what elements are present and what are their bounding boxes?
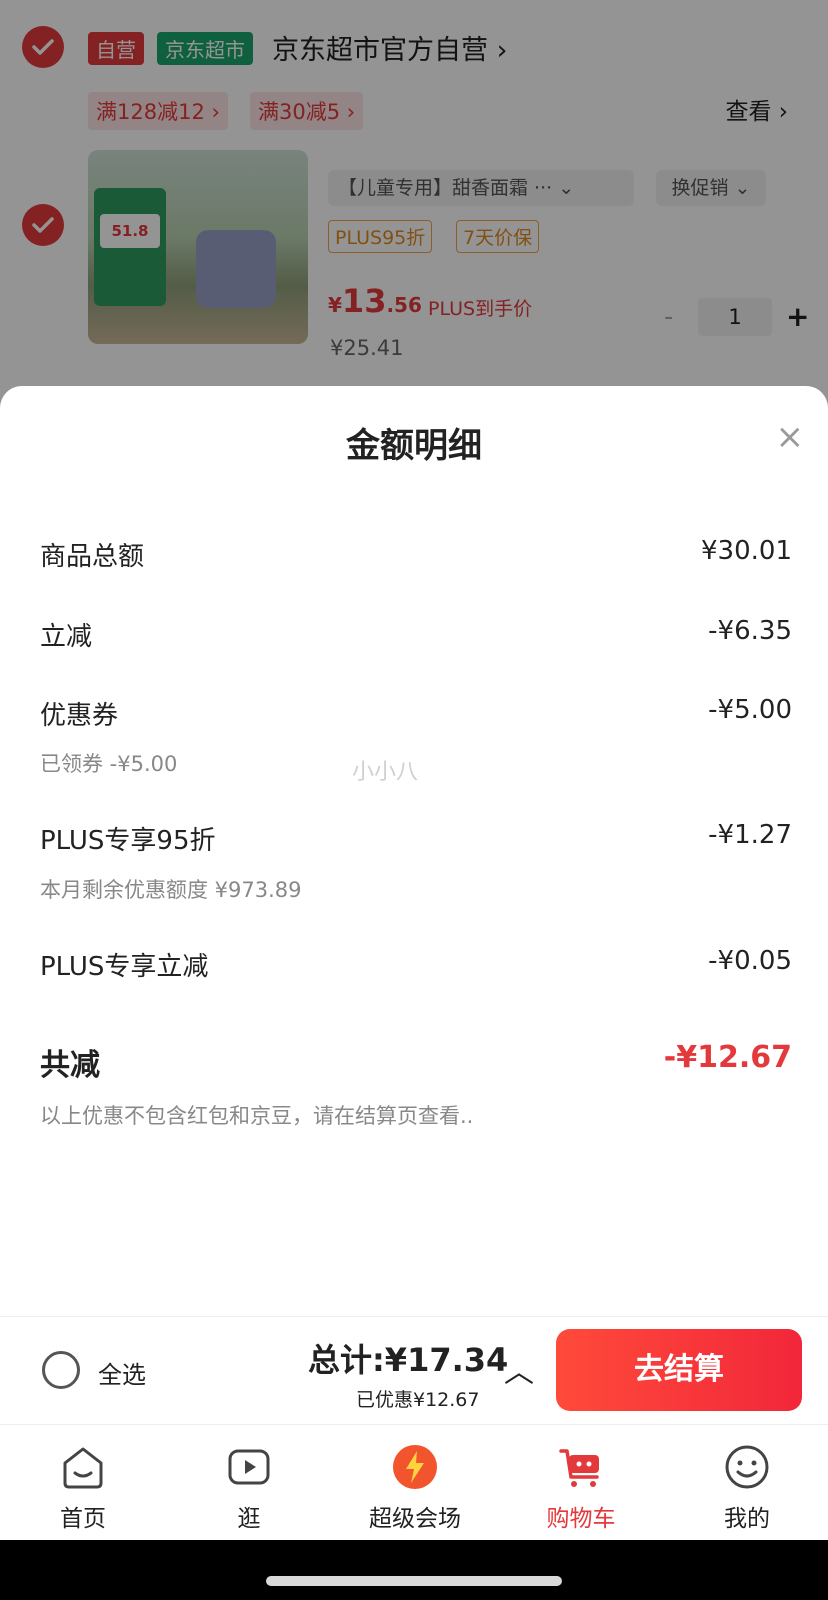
price-integer: 13 <box>341 282 387 320</box>
nav-item-cart[interactable]: 购物车 <box>498 1425 664 1541</box>
nav-item-home[interactable]: 首页 <box>0 1425 166 1541</box>
image-promo-badge: 51.8 <box>94 188 166 306</box>
row-value-instant-discount: -¥6.35 <box>708 616 792 646</box>
nav-label-profile: 我的 <box>724 1506 770 1532</box>
nav-label-cart: 购物车 <box>546 1506 616 1532</box>
promo-tag-2[interactable]: 满30减5 › <box>250 92 364 130</box>
view-link[interactable]: 查看 › <box>725 92 788 126</box>
quantity-input[interactable]: 1 <box>698 298 772 336</box>
row-value-plus-instant: -¥0.05 <box>708 946 792 976</box>
chevron-up-icon[interactable]: ︿ <box>504 1347 534 1391</box>
jd-market-tag: 京东超市 <box>157 32 253 65</box>
plus-discount-tag: PLUS95折 <box>328 220 433 253</box>
product-jar-graphic <box>196 230 276 308</box>
plus-price-note: PLUS到手价 <box>428 298 533 320</box>
quantity-decrease-button[interactable]: - <box>664 302 673 332</box>
checkout-bar: 全选 总计:¥17.34 已优惠¥12.67 ︿ 去结算 <box>0 1316 828 1425</box>
shop-name-link[interactable]: 京东超市官方自营 › <box>272 28 507 67</box>
profile-icon <box>725 1445 769 1489</box>
image-badge-price: 51.8 <box>100 214 160 248</box>
cart-icon <box>559 1449 599 1487</box>
swap-promo-button[interactable]: 换促销 ⌄ <box>656 170 766 206</box>
cart-background: 自营 京东超市 京东超市官方自营 › 满128减12 › 满30减5 › 查看 … <box>0 0 828 420</box>
saved-amount: 已优惠¥12.67 <box>356 1389 480 1411</box>
row-label-coupon: 优惠券 <box>40 701 119 731</box>
variant-selector[interactable]: 【儿童专用】甜香面霜 ··· ⌄ <box>328 170 634 206</box>
nav-item-super-venue[interactable]: 超级会场 <box>332 1425 498 1541</box>
row-sub-coupon: 已领券 -¥5.00 <box>40 752 178 776</box>
nav-item-browse[interactable]: 逛 <box>166 1425 332 1541</box>
home-icon <box>63 1447 103 1489</box>
price-decimal: .56 <box>386 293 422 317</box>
row-value-goods-total: ¥30.01 <box>701 536 792 566</box>
row-label-plus-95: PLUS专享95折 <box>40 826 216 856</box>
select-all-label[interactable]: 全选 <box>98 1355 146 1390</box>
promo-tag-1[interactable]: 满128减12 › <box>88 92 228 130</box>
self-operated-tag: 自营 <box>88 32 144 65</box>
row-label-goods-total: 商品总额 <box>40 542 145 572</box>
nav-item-profile[interactable]: 我的 <box>664 1425 828 1541</box>
row-value-plus-95: -¥1.27 <box>708 820 792 850</box>
product-price: ¥13.56 <box>328 282 422 320</box>
close-icon[interactable]: × <box>776 420 805 454</box>
total-discount-label: 共减 <box>40 1048 100 1083</box>
select-all-radio[interactable] <box>42 1351 80 1389</box>
shop-header: 自营 京东超市 京东超市官方自营 › <box>0 22 828 72</box>
nav-label-super-venue: 超级会场 <box>369 1506 461 1532</box>
check-icon <box>32 217 54 233</box>
sheet-title: 金额明细 <box>346 426 482 466</box>
watermark-text: 小小八 <box>352 760 419 785</box>
price-symbol: ¥ <box>328 293 342 317</box>
price-protect-tag: 7天价保 <box>456 220 540 253</box>
super-venue-icon <box>393 1445 437 1489</box>
home-indicator[interactable] <box>266 1576 562 1586</box>
nav-label-browse: 逛 <box>237 1506 261 1532</box>
video-play-icon <box>228 1449 270 1485</box>
bottom-nav: 首页 逛 超级会场 购物车 我的 <box>0 1424 828 1541</box>
discount-note: 以上优惠不包含红包和京豆，请在结算页查看.. <box>40 1104 474 1128</box>
total-discount-value: -¥12.67 <box>663 1040 792 1075</box>
original-price: ¥25.41 <box>330 336 404 360</box>
row-label-instant-discount: 立减 <box>40 622 93 652</box>
system-home-bar <box>0 1540 828 1600</box>
row-value-coupon: -¥5.00 <box>708 695 792 725</box>
row-label-plus-instant: PLUS专享立减 <box>40 952 209 982</box>
amount-detail-sheet: 金额明细 × 商品总额 ¥30.01 立减 -¥6.35 优惠券 -¥5.00 … <box>0 386 828 1316</box>
product-checkbox[interactable] <box>22 204 64 246</box>
quantity-increase-button[interactable]: + <box>786 300 809 333</box>
checkout-button[interactable]: 去结算 <box>556 1329 802 1411</box>
cart-total: 总计:¥17.34 <box>308 1341 509 1379</box>
nav-label-home: 首页 <box>60 1506 106 1532</box>
product-image[interactable]: 51.8 <box>88 150 308 344</box>
row-sub-plus-quota: 本月剩余优惠额度 ¥973.89 <box>40 878 302 902</box>
